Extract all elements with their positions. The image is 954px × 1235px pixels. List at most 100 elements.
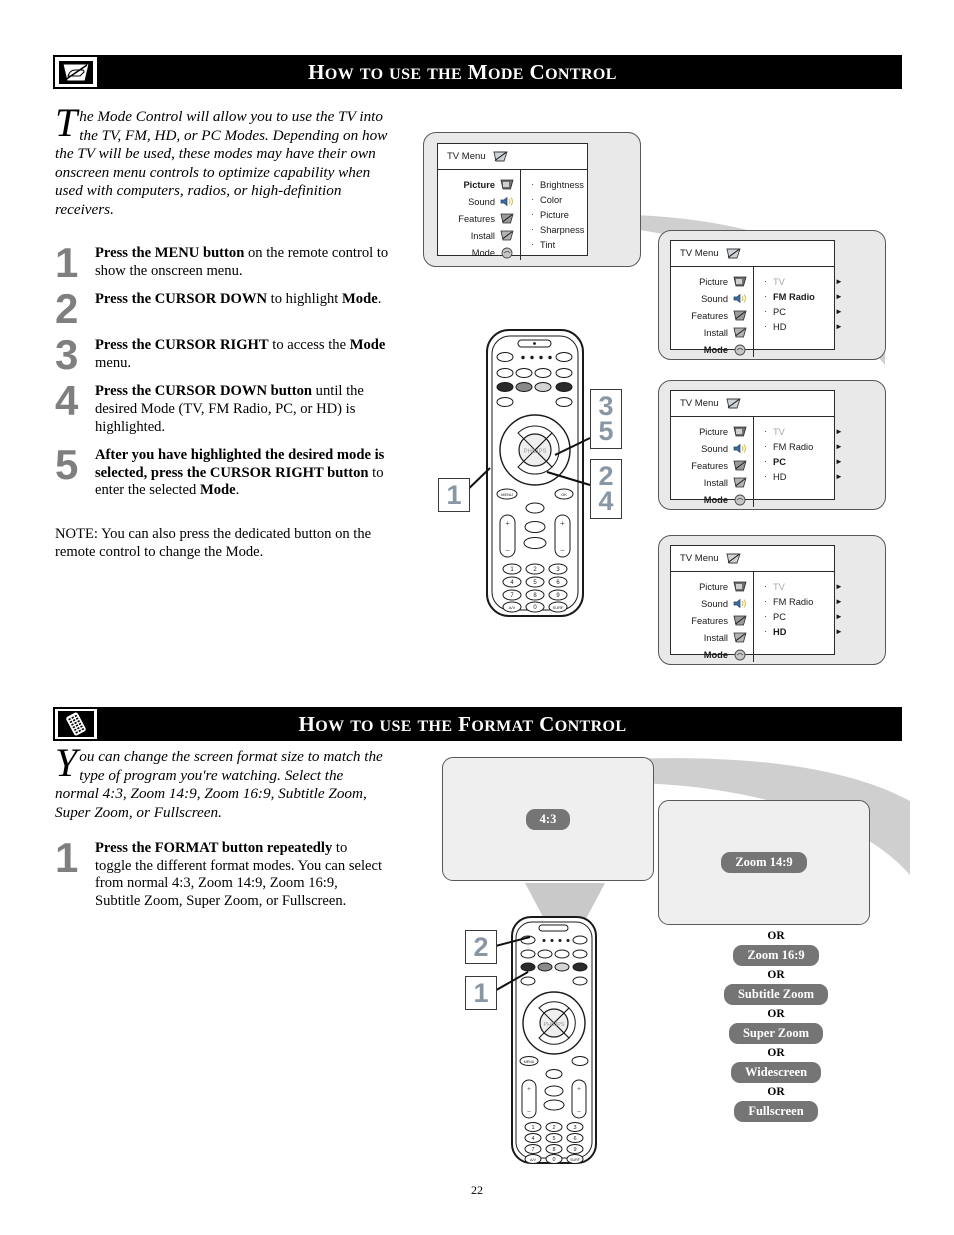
bullet-icon: · xyxy=(531,224,534,234)
osd-item-label: Sound xyxy=(701,598,728,609)
osd-subitem-label: Color xyxy=(540,194,563,205)
callout-f1: 1 xyxy=(465,976,497,1010)
picture-icon xyxy=(733,581,747,592)
osd-item-mode[interactable]: Mode xyxy=(671,342,747,357)
osd-item-label: Sound xyxy=(468,196,495,207)
step-item: 5 After you have highlighted the desired… xyxy=(55,444,400,500)
osd-subitem[interactable]: · FM Radio ► xyxy=(764,594,843,609)
osd-item-sound[interactable]: Sound xyxy=(438,194,514,209)
osd-item-sound[interactable]: Sound xyxy=(671,291,747,306)
sound-icon xyxy=(733,598,747,609)
osd-item-picture[interactable]: Picture xyxy=(671,579,747,594)
step-item: 1 Press the FORMAT button repeatedly to … xyxy=(55,834,385,910)
format-badge-super-zoom[interactable]: Super Zoom xyxy=(728,1023,824,1044)
osd-subitem-label: Sharpness xyxy=(540,224,585,235)
callout-3-5: 3 5 xyxy=(590,389,622,449)
osd-item-mode[interactable]: Mode xyxy=(438,245,514,260)
osd-subitem[interactable]: · FM Radio ► xyxy=(764,439,843,454)
osd-body: Picture Sound Features Install Mode · Bri… xyxy=(438,170,587,260)
osd-item-mode[interactable]: Mode xyxy=(671,492,747,507)
step-number: 2 xyxy=(55,285,78,333)
sound-icon xyxy=(500,196,514,207)
osd-subitem[interactable]: · HD ► xyxy=(764,624,843,639)
bullet-icon: · xyxy=(764,626,767,636)
osd-subitem[interactable]: · TV ► xyxy=(764,579,843,594)
osd-subitem[interactable]: · HD ► xyxy=(764,469,843,484)
format-badge-zoom169[interactable]: Zoom 16:9 xyxy=(733,945,819,966)
osd-item-picture[interactable]: Picture xyxy=(438,177,514,192)
osd-subitem[interactable]: · Tint xyxy=(531,237,587,252)
osd-item-sound[interactable]: Sound xyxy=(671,441,747,456)
format-badge-fullscreen[interactable]: Fullscreen xyxy=(734,1101,818,1122)
osd-left-column: Picture Sound Features Install Mode xyxy=(671,267,754,357)
osd-item-install[interactable]: Install xyxy=(438,228,514,243)
chevron-right-icon: ► xyxy=(835,612,843,621)
osd-subitem[interactable]: · TV ► xyxy=(764,274,843,289)
osd-item-picture[interactable]: Picture xyxy=(671,424,747,439)
osd-item-label: Features xyxy=(691,310,728,321)
callout-digit: 1 xyxy=(473,977,489,1008)
osd-item-label: Picture xyxy=(699,426,728,437)
bullet-icon: · xyxy=(764,581,767,591)
format-badge-subtitle-zoom[interactable]: Subtitle Zoom xyxy=(723,984,829,1005)
install-icon xyxy=(733,632,747,643)
format-options-list: OR Zoom 16:9 OR Subtitle Zoom OR Super Z… xyxy=(662,930,890,1122)
osd-item-install[interactable]: Install xyxy=(671,475,747,490)
chevron-right-icon: ► xyxy=(835,582,843,591)
osd-item-features[interactable]: Features xyxy=(671,308,747,323)
features-icon xyxy=(733,310,747,321)
osd-subitem[interactable]: · TV ► xyxy=(764,424,843,439)
osd-subitem[interactable]: · Color xyxy=(531,192,587,207)
bullet-icon: · xyxy=(764,276,767,286)
osd-subitem[interactable]: · Sharpness xyxy=(531,222,587,237)
chevron-right-icon: ► xyxy=(835,427,843,436)
osd-item-install[interactable]: Install xyxy=(671,630,747,645)
osd-item-label: Sound xyxy=(701,443,728,454)
osd-item-mode[interactable]: Mode xyxy=(671,647,747,662)
bullet-icon: · xyxy=(764,426,767,436)
osd-item-sound[interactable]: Sound xyxy=(671,596,747,611)
osd-subitem[interactable]: · Brightness xyxy=(531,177,587,192)
mode-note: NOTE: You can also press the dedicated b… xyxy=(55,526,372,560)
osd-item-label: Picture xyxy=(463,179,495,190)
chevron-right-icon: ► xyxy=(835,597,843,606)
bullet-icon: · xyxy=(764,306,767,316)
osd-subitem[interactable]: · PC ► xyxy=(764,304,843,319)
osd-item-features[interactable]: Features xyxy=(438,211,514,226)
osd-subitem[interactable]: · PC ► xyxy=(764,454,843,469)
osd-item-features[interactable]: Features xyxy=(671,613,747,628)
osd-subitem[interactable]: · FM Radio ► xyxy=(764,289,843,304)
step-text: Press the CURSOR DOWN to highlight Mode. xyxy=(95,291,382,308)
page-number: 22 xyxy=(471,1183,483,1197)
svg-text:3: 3 xyxy=(573,1125,576,1131)
install-icon xyxy=(733,327,747,338)
callout-digit: 5 xyxy=(598,416,614,446)
osd-item-label: Features xyxy=(691,460,728,471)
osd-subitem-label: Brightness xyxy=(540,179,584,190)
format-badge-widescreen[interactable]: Widescreen xyxy=(730,1062,822,1083)
osd-subitem[interactable]: · HD ► xyxy=(764,319,843,334)
format-intro-text: ou can change the screen format size to … xyxy=(55,748,383,821)
mode-header-bar: HOW TO USE THE MODE CONTROL xyxy=(99,55,902,89)
svg-text:SURF: SURF xyxy=(553,605,564,610)
osd-subitem-label: HD xyxy=(773,626,787,637)
osd-item-picture[interactable]: Picture xyxy=(671,274,747,289)
sound-icon xyxy=(733,293,747,304)
osd-body: Picture Sound Features Install Mode · TV ►… xyxy=(671,267,843,357)
step-item: 1 Press the MENU button on the remote co… xyxy=(55,241,400,283)
osd-item-label: Install xyxy=(470,230,495,241)
osd-item-features[interactable]: Features xyxy=(671,458,747,473)
step-number: 1 xyxy=(55,834,78,881)
osd-subitem[interactable]: · PC ► xyxy=(764,609,843,624)
osd-subitem[interactable]: · Picture xyxy=(531,207,587,222)
osd-subitem-label: Tint xyxy=(540,239,556,250)
osd-subitem-label: Picture xyxy=(540,209,569,220)
osd-title: TV Menu xyxy=(680,248,719,259)
format-section-header: HOW TO USE THE FORMAT CONTROL xyxy=(53,707,902,741)
format-header-bar: HOW TO USE THE FORMAT CONTROL xyxy=(99,707,902,741)
format-badge: 4:3 xyxy=(525,808,571,830)
chevron-right-icon: ► xyxy=(835,292,843,301)
osd-item-install[interactable]: Install xyxy=(671,325,747,340)
osd-menu-mode-fmradio: TV Menu Picture Sound Features Install M… xyxy=(670,240,843,357)
svg-text:0: 0 xyxy=(552,1157,555,1163)
